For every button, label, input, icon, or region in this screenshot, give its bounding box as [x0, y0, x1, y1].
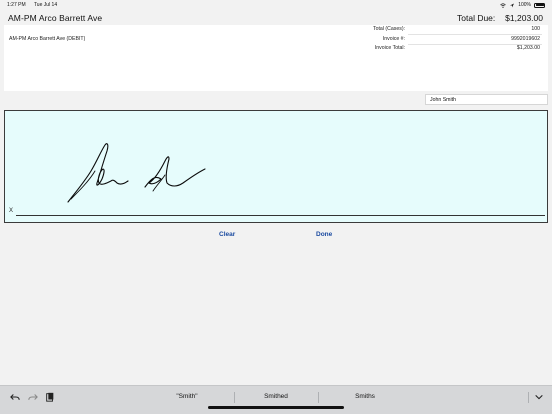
clear-button[interactable]: Clear — [219, 231, 235, 238]
suggestion-item[interactable]: Smiths — [330, 393, 400, 400]
suggestion-item[interactable]: "Smith" — [152, 393, 222, 400]
signature-x-marker: X — [9, 208, 14, 214]
summary-value: 9992019602 — [511, 36, 540, 42]
location-icon — [510, 3, 515, 7]
total-due-label: Total Due: — [457, 13, 496, 23]
invoice-summary-panel: AM-PM Arco Barrett Ave (DEBIT) Total (Ca… — [4, 25, 548, 91]
redo-icon[interactable] — [28, 392, 38, 402]
summary-row-total-cases: Total (Cases): 100 — [4, 26, 548, 36]
status-left: 1:27 PM Tue Jul 14 — [7, 0, 64, 10]
status-bar: 1:27 PM Tue Jul 14 100% — [0, 0, 552, 10]
signature-pad[interactable]: X — [4, 110, 548, 223]
suggestion-divider — [234, 392, 235, 403]
status-date: Tue Jul 14 — [33, 2, 58, 8]
total-due-value: $1,203.00 — [505, 13, 543, 23]
suggestion-divider — [528, 392, 529, 403]
battery-percent: 100% — [518, 2, 531, 8]
signature-stroke — [67, 143, 206, 203]
signer-name-input[interactable] — [425, 94, 548, 105]
status-right: 100% — [500, 0, 545, 10]
summary-value: $1,203.00 — [516, 45, 540, 51]
summary-label: Total (Cases): — [373, 26, 405, 32]
summary-row-invoice-total: Invoice Total: $1,203.00 — [4, 45, 548, 55]
status-time: 1:27 PM — [7, 2, 26, 8]
signature-baseline — [16, 215, 545, 216]
summary-divider — [408, 43, 542, 44]
summary-divider — [408, 33, 542, 34]
suggestion-item[interactable]: Smithed — [241, 393, 311, 400]
summary-label: Invoice Total: — [374, 45, 405, 51]
summary-value: 100 — [531, 26, 540, 32]
summary-label: Invoice #: — [382, 36, 405, 42]
done-button[interactable]: Done — [316, 231, 332, 238]
keyboard-suggestion-bar: "Smith" Smithed Smiths — [0, 385, 552, 414]
clipboard-icon[interactable] — [45, 392, 55, 402]
battery-icon — [534, 2, 545, 8]
suggestion-divider — [318, 392, 319, 403]
chevron-down-icon[interactable] — [534, 392, 544, 402]
customer-title: AM-PM Arco Barrett Ave — [8, 13, 103, 23]
wifi-icon — [500, 2, 506, 8]
home-indicator[interactable] — [208, 406, 344, 409]
undo-icon[interactable] — [10, 392, 20, 402]
